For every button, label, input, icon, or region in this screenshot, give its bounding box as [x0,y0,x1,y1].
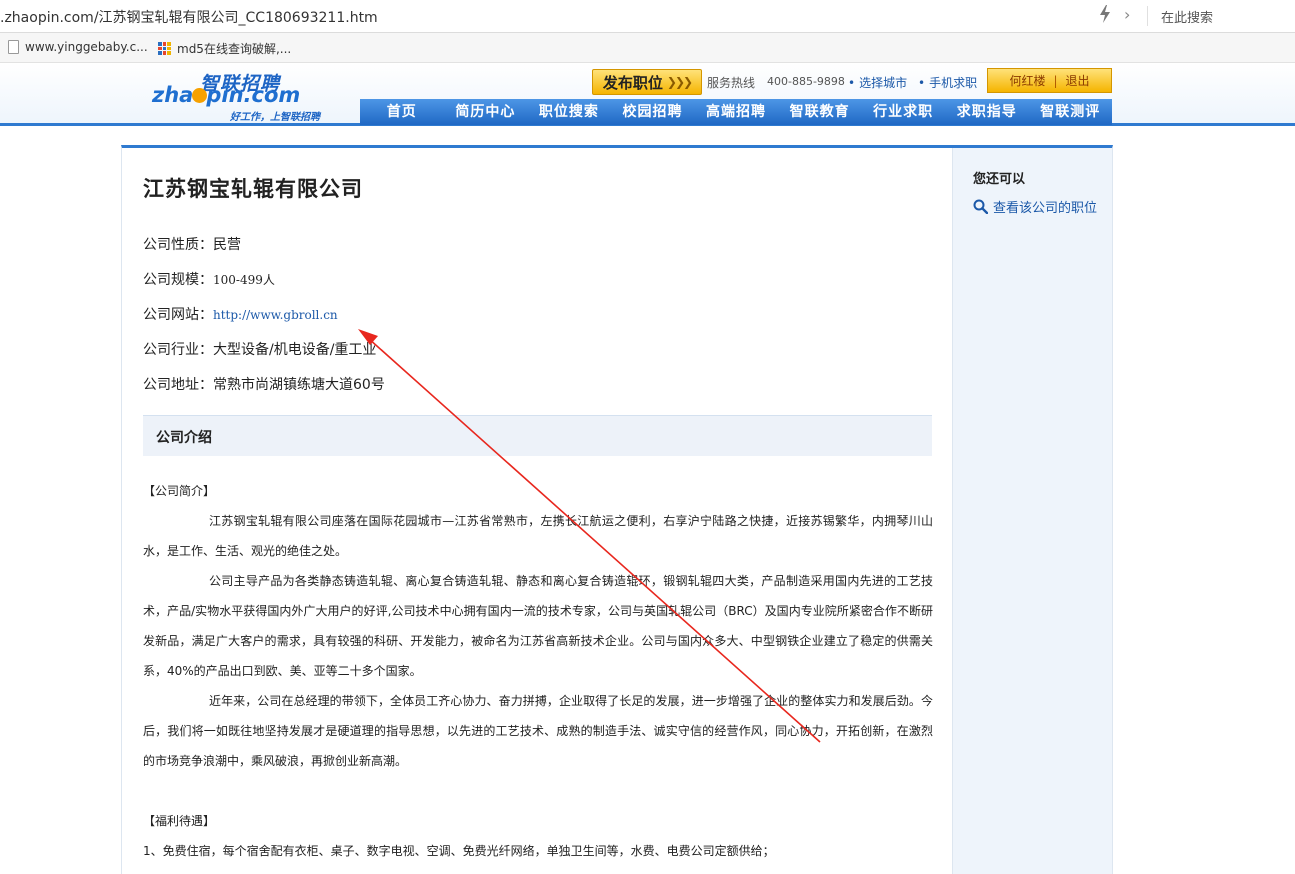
hotline-number: 400-885-9898 [767,75,845,88]
company-address-row: 公司地址：常熟市尚湖镇练塘大道60号 [143,377,385,393]
search-icon [973,199,988,214]
hotline-label: 服务热线 [707,76,756,90]
nav-item-guide[interactable]: 求职指导 [945,99,1029,125]
bookmark-item[interactable]: md5在线查询破解,... [158,40,291,57]
company-website-row: 公司网站：http://www.gbroll.cn [143,307,338,323]
address-url[interactable]: .zhaopin.com/江苏钢宝轧辊有限公司_CC180693211.htm [0,7,378,27]
double-chevron-icon: ❯❯❯ [666,75,693,89]
mobile-job-link[interactable]: • 手机求职 [918,74,977,91]
company-detail: 江苏钢宝轧辊有限公司 公司性质：民营 公司规模：100-499人 公司网站：ht… [122,148,952,874]
lightning-icon[interactable] [1097,4,1113,24]
intro-section2-title: 【福利待遇】 [143,814,216,828]
view-company-jobs-link[interactable]: 查看该公司的职位 [973,197,1097,216]
nav-item-job-search[interactable]: 职位搜索 [527,99,611,125]
benefit-item: 1、免费住宿，每个宿舍配有衣柜、桌子、数字电视、空调、免费光纤网络，单独卫生间等… [143,844,775,858]
chevron-right-icon[interactable]: › [1124,5,1130,24]
logo-slogan: 好工作，上智联招聘 [230,112,320,123]
sidebar-title: 您还可以 [973,172,1026,187]
grid-icon [158,42,171,55]
post-job-button[interactable]: 发布职位 ❯❯❯ [592,69,702,95]
site-header: 智联招聘 zha pin.com 好工作，上智联招聘 发布职位 ❯❯❯ 服务热线 4… [0,63,1295,126]
company-nature-row: 公司性质：民营 [143,237,241,253]
company-website-link[interactable]: http://www.gbroll.cn [213,308,338,322]
nav-item-senior[interactable]: 高端招聘 [694,99,778,125]
browser-search-input[interactable]: 在此搜索 [1161,7,1213,26]
company-nature-value: 民营 [213,237,241,253]
username-link[interactable]: 何红楼 [1009,72,1045,89]
content-area: 江苏钢宝轧辊有限公司 公司性质：民营 公司规模：100-499人 公司网站：ht… [121,145,1113,874]
select-city-link[interactable]: • 选择城市 [848,74,907,91]
nav-item-campus[interactable]: 校园招聘 [611,99,695,125]
intro-paragraph: 近年来，公司在总经理的带领下，全体员工齐心协力、奋力拼搏，企业取得了长足的发展，… [143,694,933,768]
bookmark-label: www.yinggebaby.c... [25,40,148,54]
sidebar: 您还可以 查看该公司的职位 [952,148,1112,874]
intro-paragraph: 江苏钢宝轧辊有限公司座落在国际花园城市—江苏省常熟市，左携长江航运之便利，右享沪… [143,514,933,558]
nav-item-home[interactable]: 首页 [360,99,444,125]
user-box: 何红楼 | 退出 [987,68,1112,93]
bookmark-item[interactable]: www.yinggebaby.c... [8,40,148,54]
intro-paragraph: 公司主导产品为各类静态铸造轧辊、离心复合铸造轧辊、静态和离心复合铸造辊环，锻钢轧… [143,574,933,678]
browser-address-bar: .zhaopin.com/江苏钢宝轧辊有限公司_CC180693211.htm … [0,0,1295,33]
divider [1147,6,1148,26]
logout-link[interactable]: 退出 [1066,72,1090,89]
company-size-row: 公司规模：100-499人 [143,272,275,288]
company-name: 江苏钢宝轧辊有限公司 [143,177,363,201]
company-industry-row: 公司行业：大型设备/机电设备/重工业 [143,342,377,358]
company-size-value: 100-499人 [213,273,275,287]
intro-section1-title: 【公司简介】 [143,484,216,498]
nav-item-industry[interactable]: 行业求职 [861,99,945,125]
intro-section-header: 公司介绍 [143,415,932,456]
logo-en-text: zha pin.com [152,83,301,107]
bookmark-label: md5在线查询破解,... [177,42,292,56]
main-nav: 首页 简历中心 职位搜索 校园招聘 高端招聘 智联教育 行业求职 求职指导 智联… [360,99,1112,125]
nav-item-assessment[interactable]: 智联测评 [1029,99,1113,125]
company-industry-value: 大型设备/机电设备/重工业 [213,342,377,358]
company-address-value: 常熟市尚湖镇练塘大道60号 [213,377,385,393]
page-icon [8,40,19,54]
nav-item-resume[interactable]: 简历中心 [444,99,528,125]
intro-body: 江苏钢宝轧辊有限公司座落在国际花园城市—江苏省常熟市，左携长江航运之便利，右享沪… [143,506,933,776]
zhaopin-logo[interactable]: 智联招聘 zha pin.com 好工作，上智联招聘 [150,69,330,123]
bookmarks-bar: www.yinggebaby.c... md5在线查询破解,... [0,33,1295,63]
intro-heading: 公司介绍 [156,430,212,446]
nav-item-education[interactable]: 智联教育 [778,99,862,125]
